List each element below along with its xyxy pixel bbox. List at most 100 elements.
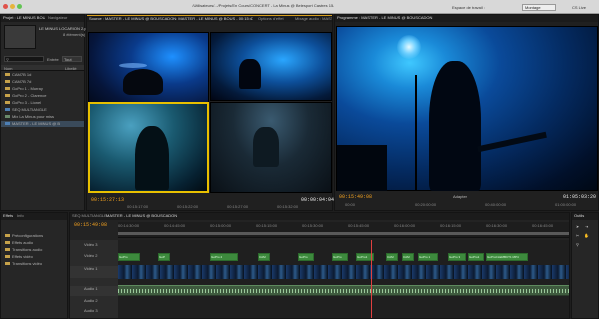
list-item[interactable]: Mix La Minus pour miss (1, 114, 84, 120)
selection-tool-icon[interactable]: ➤ (575, 224, 580, 229)
project-list-header: Nom Libellé (1, 65, 84, 71)
window-minimize-icon[interactable] (10, 4, 15, 9)
fit-select[interactable]: Adapter (453, 194, 467, 199)
program-timecode[interactable]: 00:15:49:08 (339, 194, 372, 200)
multicam-view-3[interactable] (88, 102, 209, 193)
tab-effect-controls[interactable]: Options d'effet (256, 16, 292, 22)
folder-icon (5, 94, 10, 98)
tab-effects[interactable]: Effets (1, 213, 15, 219)
clip[interactable]: GoPro (332, 253, 348, 261)
list-item[interactable]: Effets vidéo (1, 254, 67, 260)
search-scope-select[interactable]: Tout (62, 56, 82, 62)
track-headers: Vidéo 3 Vidéo 2 Vidéo 1 Audio 1 Audio 2 … (70, 240, 118, 318)
clip[interactable]: GoProCLEMBCT1 MP4 (486, 253, 528, 261)
list-item[interactable]: SEQ MULTIANGLE (1, 107, 84, 113)
list-item[interactable]: Transitions vidéo (1, 261, 67, 267)
track-header-video-1[interactable]: Vidéo 1 (70, 266, 118, 278)
effects-tabbar: Effets Info (1, 213, 67, 220)
program-monitor: Programme : MASTER - LE MINUS @ BOUSCADO… (334, 14, 599, 211)
track-header-audio-3[interactable]: Audio 3 (70, 308, 118, 314)
clip[interactable]: GoPro 1 (418, 253, 438, 261)
tab-project[interactable]: Projet : LE MINUS BOUSCADON 2 (1, 15, 45, 21)
work-area-bar[interactable] (118, 232, 569, 235)
effects-list: Préconfigurations Effets audio Transitio… (1, 233, 67, 273)
hand-tool-icon[interactable]: ✋ (584, 233, 589, 238)
program-duration: 01:05:03:20 (563, 194, 597, 200)
list-item[interactable]: GoPro 2 - Clarence (1, 93, 84, 99)
list-item[interactable]: CAM7B 1d (1, 72, 84, 78)
drummer-figure (253, 127, 279, 167)
clip[interactable]: GoPro (298, 253, 314, 261)
project-panel: Projet : LE MINUS BOUSCADON 2 Navigateur… (0, 14, 95, 211)
column-name-header[interactable]: Nom (4, 66, 12, 71)
clip[interactable]: GoPro (118, 253, 140, 261)
track-header-video-3[interactable]: Vidéo 3 (70, 242, 118, 248)
timeline-tabbar: SEQ MULTIANGLE MASTER - LE MINUS @ BOUSC… (70, 213, 569, 220)
window-zoom-icon[interactable] (17, 4, 22, 9)
workspace-label: Espace de travail : (452, 5, 485, 10)
track-header-audio-2[interactable]: Audio 2 (70, 298, 118, 304)
multicam-view-1[interactable] (88, 32, 209, 113)
track-header-audio-1[interactable]: Audio 1 (70, 286, 118, 296)
folder-icon (5, 241, 10, 245)
list-item[interactable]: GoPro 1 - Murray (1, 86, 84, 92)
multicam-view-4[interactable] (210, 102, 332, 193)
list-item[interactable]: Préconfigurations (1, 233, 67, 239)
audio-file-icon (5, 115, 10, 119)
razor-tool-icon[interactable]: ✂ (575, 233, 580, 238)
list-item[interactable]: Effets audio (1, 240, 67, 246)
track-select-tool-icon[interactable]: ⇥ (584, 224, 589, 229)
list-item[interactable]: CAM7B 7d (1, 79, 84, 85)
zoom-tool-icon[interactable]: ⚲ (575, 242, 580, 247)
audio-waveform (118, 289, 569, 293)
clip[interactable]: GoPro1 (468, 253, 484, 261)
tab-master-sequence[interactable]: MASTER - LE MINUS @ BOUSCADON (104, 213, 179, 219)
multicam-view-2[interactable] (210, 32, 332, 101)
tab-tools[interactable]: Outils (572, 213, 586, 219)
source-ruler: 00:15:17:00 00:15:22:00 00:15:27:00 00:1… (127, 204, 299, 209)
source-timecode[interactable]: 00:15:27:13 (91, 197, 124, 203)
cymbal-highlight (119, 63, 147, 68)
project-list: CAM7B 1d CAM7B 7d GoPro 1 - Murray GoPro… (1, 72, 84, 132)
list-item[interactable]: Transitions audio (1, 247, 67, 253)
timeline-timecode[interactable]: 00:15:49:08 (74, 222, 107, 228)
sequence-icon (5, 122, 10, 126)
playhead[interactable] (371, 240, 372, 318)
folder-icon (5, 80, 10, 84)
list-item[interactable]: GoPro 3 - Lionel (1, 100, 84, 106)
tab-program[interactable]: Programme : MASTER - LE MINUS @ BOUSCADO… (335, 15, 485, 21)
clip[interactable]: GoP (158, 253, 170, 261)
effects-panel: Effets Info Préconfigurations Effets aud… (0, 212, 68, 319)
track-area[interactable]: GoPro GoP GoPro 2 CAM GoPro GoPro GoPro1… (118, 240, 569, 318)
tab-audio-mixer[interactable]: Mixage audio : MASTER (293, 16, 332, 22)
column-label-header[interactable]: Libellé (65, 66, 77, 71)
audio-1-track (118, 285, 569, 296)
tab-seq-multiangle[interactable]: SEQ MULTIANGLE (70, 213, 109, 219)
search-field[interactable]: ⚲ (4, 56, 44, 62)
window-close-icon[interactable] (3, 4, 8, 9)
drum-kit-silhouette (123, 69, 163, 95)
clip[interactable]: CAM (258, 253, 270, 261)
program-video[interactable] (336, 26, 598, 191)
timeline-ruler: 00:14:30:00 00:14:45:00 00:15:00:00 00:1… (118, 222, 569, 238)
clip[interactable]: CAM (386, 253, 398, 261)
folder-icon (5, 73, 10, 77)
tab-source[interactable]: Source : MASTER - LE MINUS @ BOUSCADON: … (87, 16, 253, 22)
tab-info[interactable]: Info (15, 213, 26, 219)
folder-icon (5, 248, 10, 252)
cs-live-button[interactable]: CS Live (572, 5, 586, 10)
clip[interactable]: GoPro 2 (210, 253, 238, 261)
project-thumbnail (4, 25, 36, 49)
workspace-bar: Espace de travail : Montage CS Live (334, 3, 599, 12)
singer-silhouette (429, 61, 481, 191)
workspace-select[interactable]: Montage (522, 4, 556, 11)
folder-icon (5, 234, 10, 238)
list-item[interactable]: MASTER - LE MINUS @ B (1, 121, 84, 127)
project-item-count: 8 élément(s) (63, 32, 86, 37)
tab-browser[interactable]: Navigateur (46, 15, 69, 21)
track-header-video-2[interactable]: Vidéo 2 (70, 253, 118, 259)
clip[interactable]: CAM (402, 253, 414, 261)
clip[interactable]: GoPro 3 (448, 253, 466, 261)
video-2-track: GoPro GoP GoPro 2 CAM GoPro GoPro GoPro1… (118, 252, 569, 262)
guitar-neck (477, 131, 547, 153)
